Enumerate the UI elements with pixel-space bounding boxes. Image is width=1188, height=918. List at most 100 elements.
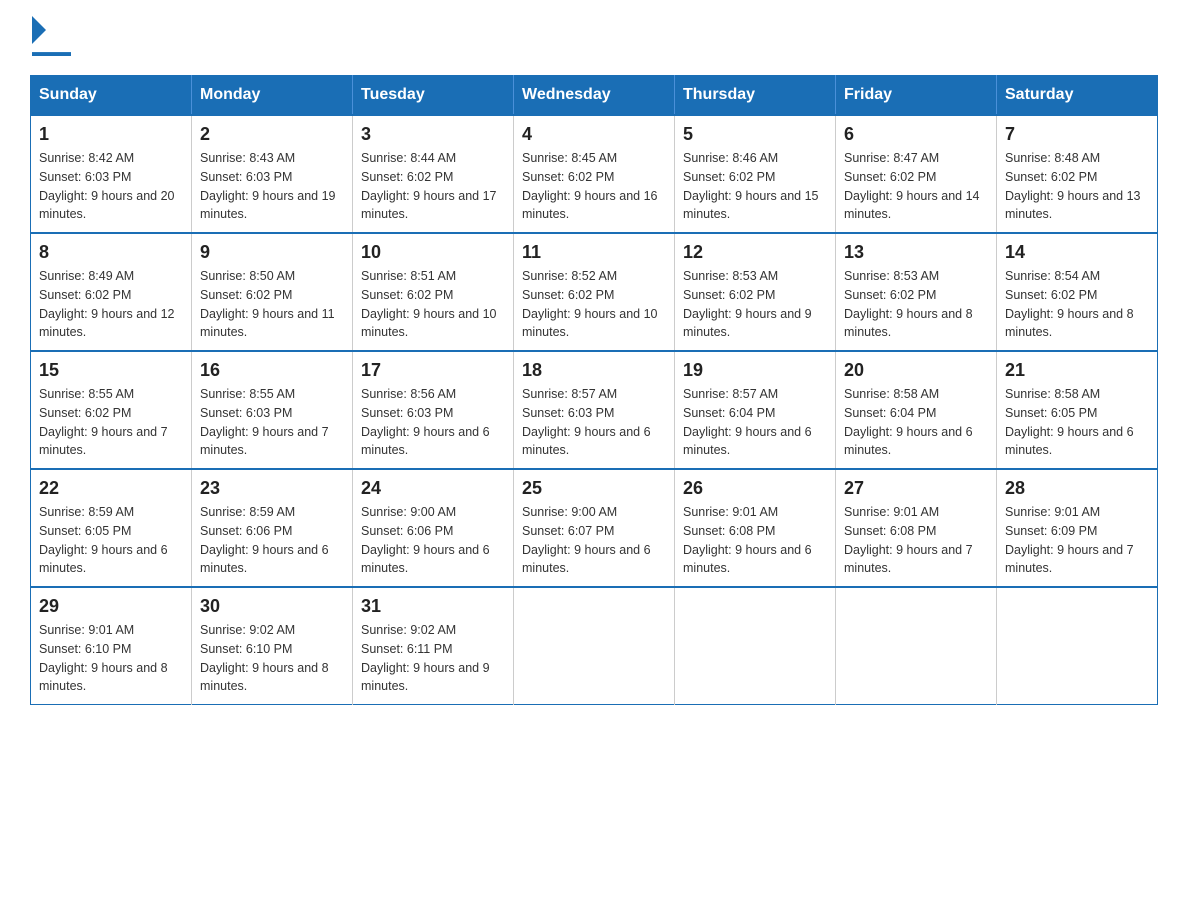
calendar-day-cell: 19 Sunrise: 8:57 AMSunset: 6:04 PMDaylig… bbox=[675, 351, 836, 469]
calendar-week-row: 22 Sunrise: 8:59 AMSunset: 6:05 PMDaylig… bbox=[31, 469, 1158, 587]
day-number: 23 bbox=[200, 478, 344, 499]
calendar-day-cell: 27 Sunrise: 9:01 AMSunset: 6:08 PMDaylig… bbox=[836, 469, 997, 587]
day-info: Sunrise: 8:54 AMSunset: 6:02 PMDaylight:… bbox=[1005, 269, 1134, 339]
day-number: 25 bbox=[522, 478, 666, 499]
calendar-day-cell: 6 Sunrise: 8:47 AMSunset: 6:02 PMDayligh… bbox=[836, 115, 997, 233]
day-number: 9 bbox=[200, 242, 344, 263]
calendar-day-header: Monday bbox=[192, 76, 353, 116]
calendar-day-header: Wednesday bbox=[514, 76, 675, 116]
calendar-day-cell: 4 Sunrise: 8:45 AMSunset: 6:02 PMDayligh… bbox=[514, 115, 675, 233]
calendar-day-cell: 30 Sunrise: 9:02 AMSunset: 6:10 PMDaylig… bbox=[192, 587, 353, 705]
calendar-day-cell: 5 Sunrise: 8:46 AMSunset: 6:02 PMDayligh… bbox=[675, 115, 836, 233]
calendar-day-cell: 12 Sunrise: 8:53 AMSunset: 6:02 PMDaylig… bbox=[675, 233, 836, 351]
calendar-day-cell: 21 Sunrise: 8:58 AMSunset: 6:05 PMDaylig… bbox=[997, 351, 1158, 469]
day-info: Sunrise: 9:02 AMSunset: 6:11 PMDaylight:… bbox=[361, 623, 490, 693]
day-info: Sunrise: 8:47 AMSunset: 6:02 PMDaylight:… bbox=[844, 151, 980, 221]
day-info: Sunrise: 9:01 AMSunset: 6:08 PMDaylight:… bbox=[683, 505, 812, 575]
calendar-day-cell: 16 Sunrise: 8:55 AMSunset: 6:03 PMDaylig… bbox=[192, 351, 353, 469]
logo-blue-line: ▬▬▬ bbox=[32, 44, 71, 59]
calendar-day-cell: 1 Sunrise: 8:42 AMSunset: 6:03 PMDayligh… bbox=[31, 115, 192, 233]
day-info: Sunrise: 9:02 AMSunset: 6:10 PMDaylight:… bbox=[200, 623, 329, 693]
day-number: 4 bbox=[522, 124, 666, 145]
calendar-week-row: 1 Sunrise: 8:42 AMSunset: 6:03 PMDayligh… bbox=[31, 115, 1158, 233]
day-info: Sunrise: 9:01 AMSunset: 6:08 PMDaylight:… bbox=[844, 505, 973, 575]
calendar-week-row: 15 Sunrise: 8:55 AMSunset: 6:02 PMDaylig… bbox=[31, 351, 1158, 469]
day-info: Sunrise: 8:59 AMSunset: 6:05 PMDaylight:… bbox=[39, 505, 168, 575]
calendar-day-header: Sunday bbox=[31, 76, 192, 116]
day-number: 7 bbox=[1005, 124, 1149, 145]
day-info: Sunrise: 8:55 AMSunset: 6:02 PMDaylight:… bbox=[39, 387, 168, 457]
logo-triangle-icon bbox=[32, 16, 46, 44]
calendar-day-cell: 29 Sunrise: 9:01 AMSunset: 6:10 PMDaylig… bbox=[31, 587, 192, 705]
day-number: 21 bbox=[1005, 360, 1149, 381]
day-info: Sunrise: 8:55 AMSunset: 6:03 PMDaylight:… bbox=[200, 387, 329, 457]
calendar-day-cell: 17 Sunrise: 8:56 AMSunset: 6:03 PMDaylig… bbox=[353, 351, 514, 469]
day-info: Sunrise: 8:43 AMSunset: 6:03 PMDaylight:… bbox=[200, 151, 336, 221]
day-number: 28 bbox=[1005, 478, 1149, 499]
calendar-day-header: Thursday bbox=[675, 76, 836, 116]
day-number: 11 bbox=[522, 242, 666, 263]
calendar-day-cell: 8 Sunrise: 8:49 AMSunset: 6:02 PMDayligh… bbox=[31, 233, 192, 351]
day-number: 18 bbox=[522, 360, 666, 381]
calendar-day-cell bbox=[836, 587, 997, 705]
calendar-day-cell: 13 Sunrise: 8:53 AMSunset: 6:02 PMDaylig… bbox=[836, 233, 997, 351]
calendar-day-cell: 10 Sunrise: 8:51 AMSunset: 6:02 PMDaylig… bbox=[353, 233, 514, 351]
day-number: 19 bbox=[683, 360, 827, 381]
calendar-header-row: SundayMondayTuesdayWednesdayThursdayFrid… bbox=[31, 76, 1158, 116]
day-info: Sunrise: 8:53 AMSunset: 6:02 PMDaylight:… bbox=[683, 269, 812, 339]
calendar-day-header: Saturday bbox=[997, 76, 1158, 116]
day-info: Sunrise: 8:48 AMSunset: 6:02 PMDaylight:… bbox=[1005, 151, 1141, 221]
calendar-day-cell bbox=[675, 587, 836, 705]
calendar-day-cell: 20 Sunrise: 8:58 AMSunset: 6:04 PMDaylig… bbox=[836, 351, 997, 469]
day-info: Sunrise: 9:00 AMSunset: 6:06 PMDaylight:… bbox=[361, 505, 490, 575]
day-number: 1 bbox=[39, 124, 183, 145]
calendar-day-cell bbox=[997, 587, 1158, 705]
day-info: Sunrise: 8:44 AMSunset: 6:02 PMDaylight:… bbox=[361, 151, 497, 221]
calendar-day-cell: 24 Sunrise: 9:00 AMSunset: 6:06 PMDaylig… bbox=[353, 469, 514, 587]
calendar-day-cell: 2 Sunrise: 8:43 AMSunset: 6:03 PMDayligh… bbox=[192, 115, 353, 233]
calendar-day-cell: 3 Sunrise: 8:44 AMSunset: 6:02 PMDayligh… bbox=[353, 115, 514, 233]
day-number: 26 bbox=[683, 478, 827, 499]
day-info: Sunrise: 8:53 AMSunset: 6:02 PMDaylight:… bbox=[844, 269, 973, 339]
day-number: 14 bbox=[1005, 242, 1149, 263]
day-number: 8 bbox=[39, 242, 183, 263]
day-number: 3 bbox=[361, 124, 505, 145]
calendar-week-row: 8 Sunrise: 8:49 AMSunset: 6:02 PMDayligh… bbox=[31, 233, 1158, 351]
day-number: 16 bbox=[200, 360, 344, 381]
calendar-day-cell: 9 Sunrise: 8:50 AMSunset: 6:02 PMDayligh… bbox=[192, 233, 353, 351]
calendar-day-cell bbox=[514, 587, 675, 705]
calendar-day-cell: 25 Sunrise: 9:00 AMSunset: 6:07 PMDaylig… bbox=[514, 469, 675, 587]
day-number: 30 bbox=[200, 596, 344, 617]
day-info: Sunrise: 8:56 AMSunset: 6:03 PMDaylight:… bbox=[361, 387, 490, 457]
calendar-body: 1 Sunrise: 8:42 AMSunset: 6:03 PMDayligh… bbox=[31, 115, 1158, 705]
day-number: 24 bbox=[361, 478, 505, 499]
calendar-day-cell: 11 Sunrise: 8:52 AMSunset: 6:02 PMDaylig… bbox=[514, 233, 675, 351]
calendar-day-cell: 23 Sunrise: 8:59 AMSunset: 6:06 PMDaylig… bbox=[192, 469, 353, 587]
day-info: Sunrise: 8:42 AMSunset: 6:03 PMDaylight:… bbox=[39, 151, 175, 221]
calendar-table: SundayMondayTuesdayWednesdayThursdayFrid… bbox=[30, 75, 1158, 705]
day-number: 17 bbox=[361, 360, 505, 381]
day-info: Sunrise: 8:45 AMSunset: 6:02 PMDaylight:… bbox=[522, 151, 658, 221]
day-number: 31 bbox=[361, 596, 505, 617]
day-info: Sunrise: 8:58 AMSunset: 6:05 PMDaylight:… bbox=[1005, 387, 1134, 457]
day-number: 13 bbox=[844, 242, 988, 263]
day-info: Sunrise: 8:49 AMSunset: 6:02 PMDaylight:… bbox=[39, 269, 175, 339]
day-info: Sunrise: 8:51 AMSunset: 6:02 PMDaylight:… bbox=[361, 269, 497, 339]
calendar-day-cell: 31 Sunrise: 9:02 AMSunset: 6:11 PMDaylig… bbox=[353, 587, 514, 705]
calendar-day-header: Friday bbox=[836, 76, 997, 116]
calendar-day-cell: 22 Sunrise: 8:59 AMSunset: 6:05 PMDaylig… bbox=[31, 469, 192, 587]
day-number: 12 bbox=[683, 242, 827, 263]
day-info: Sunrise: 8:58 AMSunset: 6:04 PMDaylight:… bbox=[844, 387, 973, 457]
day-number: 6 bbox=[844, 124, 988, 145]
calendar-day-cell: 14 Sunrise: 8:54 AMSunset: 6:02 PMDaylig… bbox=[997, 233, 1158, 351]
day-number: 5 bbox=[683, 124, 827, 145]
day-number: 10 bbox=[361, 242, 505, 263]
calendar-week-row: 29 Sunrise: 9:01 AMSunset: 6:10 PMDaylig… bbox=[31, 587, 1158, 705]
day-info: Sunrise: 8:52 AMSunset: 6:02 PMDaylight:… bbox=[522, 269, 658, 339]
day-number: 2 bbox=[200, 124, 344, 145]
day-number: 22 bbox=[39, 478, 183, 499]
calendar-day-cell: 15 Sunrise: 8:55 AMSunset: 6:02 PMDaylig… bbox=[31, 351, 192, 469]
day-info: Sunrise: 9:01 AMSunset: 6:10 PMDaylight:… bbox=[39, 623, 168, 693]
page-header: ▬▬▬ bbox=[30, 20, 1158, 59]
day-info: Sunrise: 8:57 AMSunset: 6:04 PMDaylight:… bbox=[683, 387, 812, 457]
